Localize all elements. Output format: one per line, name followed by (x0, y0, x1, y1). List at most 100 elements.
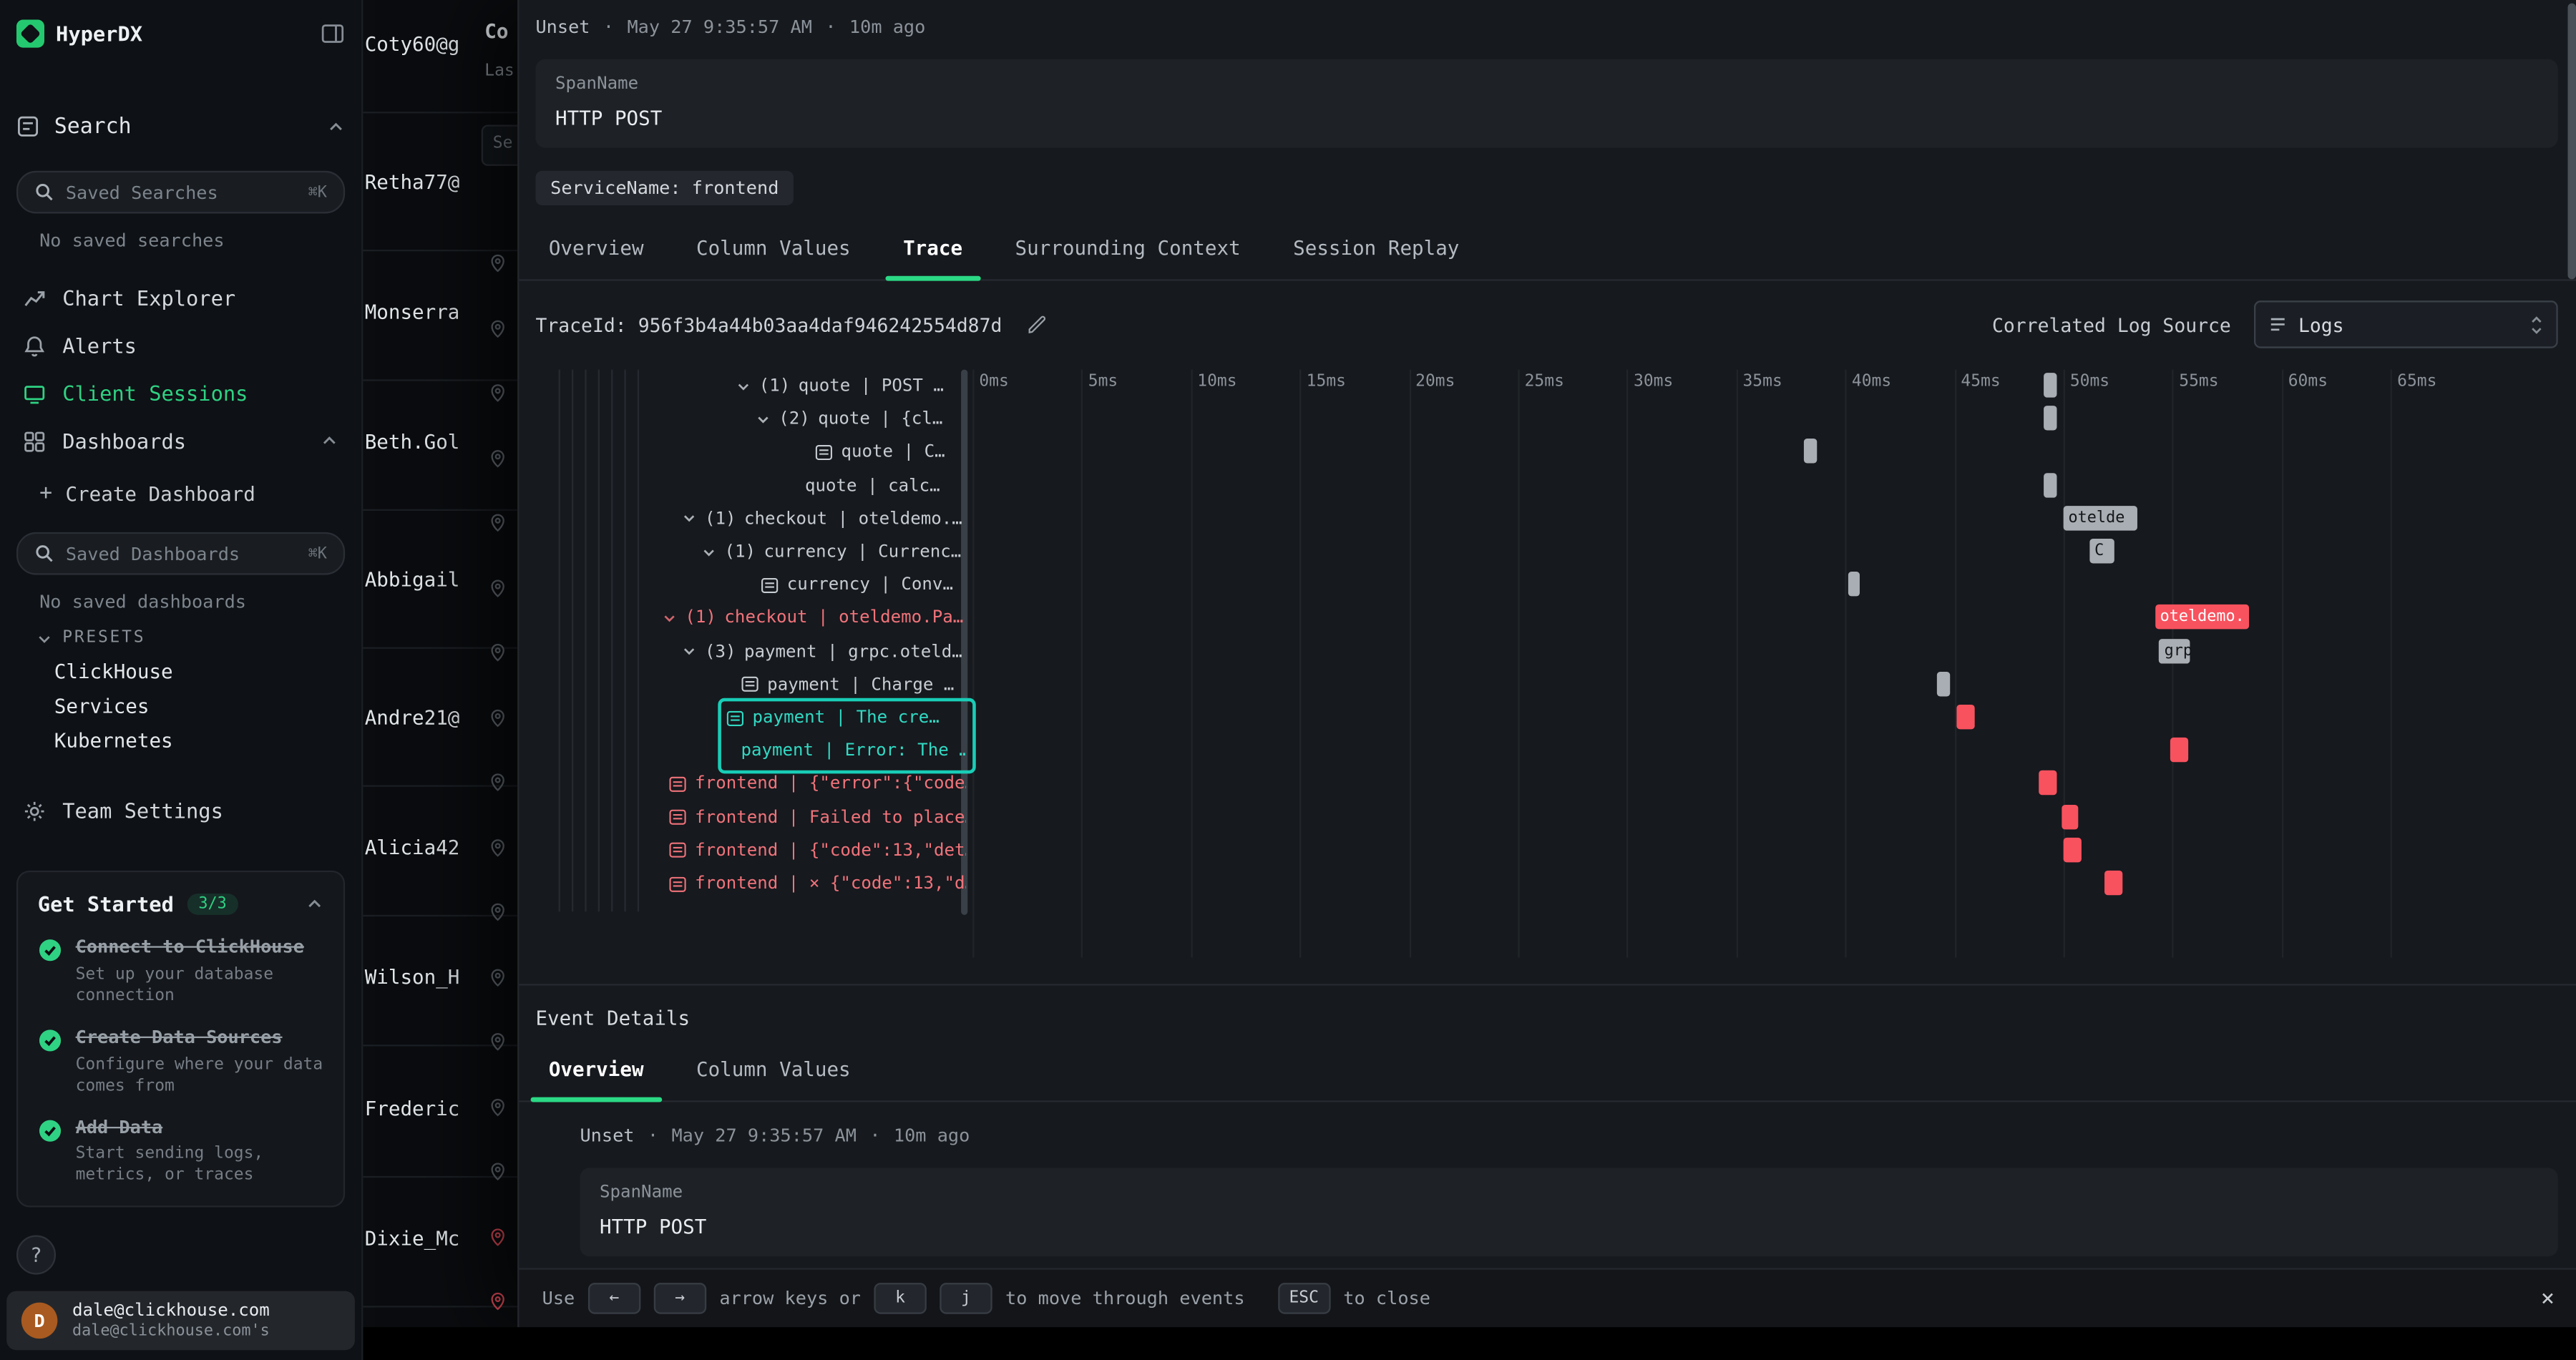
service-name-tag[interactable]: ServiceName: frontend (535, 171, 794, 205)
trace-row[interactable]: frontend | {"code":13,"det… (535, 834, 2557, 867)
trace-bar[interactable] (1937, 672, 1950, 696)
trace-row[interactable]: (2)quote | {cl… (535, 403, 2557, 436)
trace-row[interactable]: payment | Charge … (535, 668, 2557, 701)
trace-row[interactable]: frontend | {"error":{"code… (535, 768, 2557, 801)
trace-bar[interactable]: grp (2160, 638, 2190, 662)
chevron-down-icon[interactable] (682, 512, 697, 527)
trace-row[interactable]: (1)quote | POST … (535, 370, 2557, 403)
location-pin-icon[interactable] (488, 1030, 508, 1053)
user-menu[interactable]: D dale@clickhouse.com dale@clickhouse.co… (6, 1291, 355, 1351)
chevron-down-icon[interactable] (756, 412, 771, 427)
error-trace-bar[interactable]: oteldemo. (2155, 605, 2249, 630)
trace-row[interactable]: frontend | Failed to place… (535, 801, 2557, 833)
tab-overview[interactable]: Overview (522, 222, 670, 279)
scrollbar-thumb[interactable] (2567, 4, 2575, 280)
tab-session-replay[interactable]: Session Replay (1267, 222, 1485, 279)
sidebar-item-dashboards[interactable]: Dashboards (16, 417, 345, 465)
collapse-sidebar-icon[interactable] (321, 21, 345, 45)
sidebar-item-client-sessions[interactable]: Client Sessions (16, 370, 345, 418)
log-source-select[interactable]: Logs (2254, 300, 2558, 348)
event-details-tab-overview[interactable]: Overview (522, 1043, 670, 1100)
create-dashboard-button[interactable]: + Create Dashboard (39, 481, 345, 506)
log-icon (668, 775, 686, 793)
trace-row[interactable]: currency | Conv… (535, 569, 2557, 602)
chevron-down-icon[interactable] (662, 611, 677, 626)
tab-surrounding-context[interactable]: Surrounding Context (989, 222, 1267, 279)
location-pin-icon[interactable] (488, 511, 508, 534)
trace-row[interactable]: payment | Error: The … (535, 735, 2557, 768)
location-pin-icon[interactable] (488, 576, 508, 599)
location-pin-icon[interactable] (488, 251, 508, 274)
location-pin-icon[interactable] (488, 835, 508, 858)
right-arrow-key[interactable]: → (653, 1283, 706, 1314)
error-event-icon[interactable] (488, 1225, 508, 1248)
trace-bar[interactable] (1804, 439, 1817, 464)
trace-row-text: payment | Error: The … (741, 741, 966, 761)
error-trace-bar[interactable] (2062, 804, 2079, 828)
get-started-item[interactable]: Add DataStart sending logs, metrics, or … (38, 1116, 323, 1186)
location-pin-icon[interactable] (488, 446, 508, 469)
help-button[interactable]: ? (16, 1236, 56, 1275)
trace-bar[interactable]: C (2089, 539, 2114, 563)
sidebar-item-alerts[interactable]: Alerts (16, 322, 345, 370)
edit-trace-id-icon[interactable] (1027, 314, 1048, 336)
location-pin-icon[interactable] (488, 1095, 508, 1117)
sidebar-item-chart-explorer[interactable]: Chart Explorer (16, 274, 345, 322)
trace-bar[interactable] (2044, 472, 2057, 496)
location-pin-icon[interactable] (488, 640, 508, 663)
chevron-down-icon[interactable] (701, 544, 716, 559)
event-details-tab-column-values[interactable]: Column Values (670, 1043, 877, 1100)
location-pin-icon[interactable] (488, 965, 508, 988)
location-pin-icon[interactable] (488, 1160, 508, 1183)
trace-bar[interactable]: otelde (2064, 506, 2138, 530)
trace-bar[interactable] (2044, 406, 2057, 431)
trace-row[interactable]: (1)currency | Currenc…C (535, 535, 2557, 568)
tab-column-values[interactable]: Column Values (670, 222, 877, 279)
event-panel: Unset · May 27 9:35:57 AM · 10m ago Span… (517, 0, 2576, 1327)
location-pin-icon[interactable] (488, 770, 508, 793)
location-pin-icon[interactable] (488, 900, 508, 923)
session-row[interactable]: Retha77@ (365, 171, 516, 194)
error-trace-bar[interactable] (2170, 738, 2187, 762)
chevron-down-icon[interactable] (736, 378, 751, 393)
get-started-item[interactable]: Create Data SourcesConfigure where your … (38, 1026, 323, 1096)
user-info: dale@clickhouse.com dale@clickhouse.com'… (72, 1301, 270, 1340)
get-started-item[interactable]: Connect to ClickHouseSet up your databas… (38, 936, 323, 1007)
error-trace-bar[interactable] (2039, 771, 2057, 796)
error-trace-bar[interactable] (2064, 837, 2081, 861)
location-pin-icon[interactable] (488, 381, 508, 404)
session-row[interactable]: Coty60@g (365, 33, 516, 56)
trace-row[interactable]: frontend | × {"code":13,"d… (535, 867, 2557, 900)
trace-bar[interactable] (1848, 572, 1860, 596)
trace-row[interactable]: (1)checkout | oteldemo.Pa…oteldemo. (535, 602, 2557, 635)
trace-row[interactable]: (1)checkout | oteldemo.…otelde (535, 502, 2557, 535)
span-name-value: HTTP POST (555, 107, 2538, 129)
trace-row[interactable]: payment | The cre… (535, 701, 2557, 734)
error-trace-bar[interactable] (2105, 871, 2122, 895)
saved-dashboards-input[interactable]: Saved Dashboards ⌘K (16, 532, 345, 575)
presets-toggle[interactable]: PRESETS (36, 629, 346, 647)
j-key[interactable]: j (940, 1283, 992, 1314)
error-trace-bar[interactable] (1956, 705, 1974, 729)
close-icon[interactable]: × (2541, 1286, 2555, 1312)
get-started-header[interactable]: Get Started 3/3 (38, 892, 323, 916)
search-section-header[interactable]: Search (16, 109, 345, 145)
preset-kubernetes[interactable]: Kubernetes (54, 729, 345, 763)
k-key[interactable]: k (874, 1283, 926, 1314)
trace-row-content: frontend | × {"code":13,"d… (668, 867, 966, 900)
chevron-down-icon[interactable] (682, 644, 697, 659)
preset-clickhouse[interactable]: ClickHouse (54, 660, 345, 695)
trace-row[interactable]: quote | C… (535, 436, 2557, 469)
left-arrow-key[interactable]: ← (588, 1283, 640, 1314)
error-event-icon[interactable] (488, 1289, 508, 1312)
tab-trace[interactable]: Trace (877, 222, 988, 279)
trace-bar[interactable] (2044, 373, 2057, 397)
preset-services[interactable]: Services (54, 695, 345, 729)
trace-row[interactable]: quote | calc… (535, 469, 2557, 502)
location-pin-icon[interactable] (488, 316, 508, 339)
team-settings-link[interactable]: Team Settings (16, 787, 345, 835)
esc-key[interactable]: ESC (1277, 1283, 1330, 1314)
saved-searches-input[interactable]: Saved Searches ⌘K (16, 171, 345, 214)
location-pin-icon[interactable] (488, 705, 508, 728)
trace-row[interactable]: (3)payment | grpc.oteld…grp (535, 635, 2557, 668)
